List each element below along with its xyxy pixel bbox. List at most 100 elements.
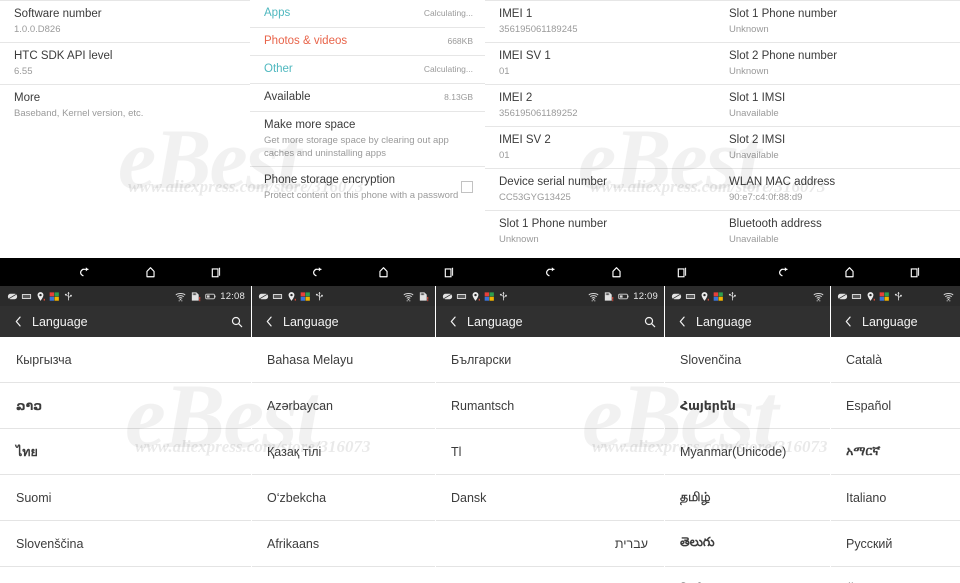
settings-row-subtitle: Baseband, Kernel version, etc.	[14, 108, 144, 119]
settings-row[interactable]: Device serial number CC53GYG13425	[485, 169, 715, 211]
recents-icon[interactable]	[200, 258, 230, 286]
language-list-item[interactable]: Slovenčina	[664, 337, 830, 383]
settings-row[interactable]: IMEI 2 356195061189252	[485, 85, 715, 127]
settings-row[interactable]: Slot 2 Phone number Unknown	[715, 43, 960, 85]
language-list-item[interactable]: Русский	[830, 521, 960, 567]
sim-card-icon	[851, 291, 862, 302]
language-list-item[interactable]: ລາວ	[0, 383, 251, 429]
back-chevron-icon[interactable]	[260, 306, 278, 337]
language-list-item[interactable]: Čeština	[830, 567, 960, 583]
search-icon[interactable]	[636, 306, 664, 337]
encryption-checkbox[interactable]	[461, 181, 473, 193]
settings-row-title: IMEI 2	[499, 92, 533, 104]
action-bar: Language	[435, 306, 664, 337]
language-list-item[interactable]: Tl	[435, 429, 664, 475]
settings-row[interactable]: IMEI 1 356195061189245	[485, 1, 715, 43]
language-list-item[interactable]: Rumantsch	[435, 383, 664, 429]
settings-row[interactable]: Slot 1 IMSI Unavailable	[715, 85, 960, 127]
settings-row[interactable]: Slot 1 Phone number Unknown	[715, 1, 960, 43]
language-list-item[interactable]: Bahasa Melayu	[251, 337, 435, 383]
language-label: Slovenščina	[16, 536, 84, 551]
language-list-item[interactable]: Suomi	[0, 475, 251, 521]
settings-row[interactable]: HTC SDK API level 6.55	[0, 43, 250, 85]
settings-panel-about-phone: Software number 1.0.0.D826 HTC SDK API lev…	[0, 0, 250, 258]
settings-row-subtitle: 90:e7:c4:0f:88:d9	[729, 192, 803, 203]
settings-row[interactable]: IMEI SV 1 01	[485, 43, 715, 85]
settings-row-value: Calculating...	[423, 64, 473, 74]
location-pin-icon	[35, 291, 46, 302]
settings-row[interactable]: Available 8.13GB	[250, 84, 485, 112]
settings-row[interactable]: Slot 1 Phone number Unknown	[485, 211, 715, 252]
phone-panel-5: Language Català Español አማርኛ Italiano Русский…	[830, 286, 960, 583]
recents-icon[interactable]	[899, 258, 929, 286]
language-list-item[interactable]: Български	[435, 337, 664, 383]
language-list-item[interactable]: Myanmar(Unicode)	[664, 429, 830, 475]
language-list-item[interactable]: Català	[830, 337, 960, 383]
back-icon[interactable]	[303, 258, 333, 286]
settings-row[interactable]: Software number 1.0.0.D826	[0, 1, 250, 43]
language-list-item[interactable]: தமிழ்	[664, 475, 830, 521]
language-label: Tl	[451, 444, 462, 459]
language-list-item[interactable]: Afrikaans	[251, 521, 435, 567]
language-list-item[interactable]: Slovenščina	[0, 521, 251, 567]
recents-icon[interactable]	[666, 258, 696, 286]
language-list-item[interactable]: አማርኛ	[830, 429, 960, 475]
settings-row[interactable]: WLAN MAC address 90:e7:c4:0f:88:d9	[715, 169, 960, 211]
settings-row-title: Slot 1 IMSI	[729, 92, 786, 104]
back-icon[interactable]	[769, 258, 799, 286]
back-chevron-icon[interactable]	[839, 306, 857, 337]
settings-row-title: Slot 1 Phone number	[499, 218, 608, 230]
settings-row[interactable]: More Baseband, Kernel version, etc.	[0, 85, 250, 126]
home-icon[interactable]	[368, 258, 398, 286]
home-icon[interactable]	[601, 258, 631, 286]
mute-icon	[671, 291, 682, 302]
language-list-item[interactable]: Қазақ тілі	[251, 429, 435, 475]
language-list: Български Rumantsch Tl Dansk עברית Nederlands	[435, 337, 664, 583]
language-list-item[interactable]: ไทย	[0, 429, 251, 475]
recents-icon[interactable]	[433, 258, 463, 286]
settings-row[interactable]: IMEI SV 2 01	[485, 127, 715, 169]
status-bar: 12:09	[435, 286, 664, 306]
home-icon[interactable]	[135, 258, 165, 286]
language-list-item[interactable]: ಕನ್ನಡ	[0, 567, 251, 583]
language-list-item[interactable]: Dansk	[435, 475, 664, 521]
language-list-item[interactable]: Español	[830, 383, 960, 429]
play-store-icon	[49, 291, 60, 302]
language-list-item[interactable]: O‘zbekcha	[251, 475, 435, 521]
settings-row[interactable]: Slot 2 IMSI Unavailable	[715, 127, 960, 169]
settings-row[interactable]: Photos & videos 668KB	[250, 28, 485, 56]
language-list-item[interactable]: Italiano	[830, 475, 960, 521]
phone-panel-1: 12:08 Language Кыргызча ລາວ ไทย Suomi Slovenšč…	[0, 286, 251, 583]
back-icon[interactable]	[536, 258, 566, 286]
language-list-item[interactable]: Кыргызча	[0, 337, 251, 383]
home-icon[interactable]	[834, 258, 864, 286]
back-chevron-icon[interactable]	[9, 306, 27, 337]
language-list-item[interactable]: Հայերեն	[664, 383, 830, 429]
settings-row[interactable]: Make more space Get more storage space by…	[250, 112, 485, 167]
language-list-item[interactable]: Nederlands	[435, 567, 664, 583]
language-list-item[interactable]: עברית	[435, 521, 664, 567]
settings-row-subtitle: 01	[499, 150, 510, 161]
language-label: Afrikaans	[267, 536, 320, 551]
language-list-item[interactable]: हिन्दी	[664, 567, 830, 583]
settings-row[interactable]: Other Calculating...	[250, 56, 485, 84]
phone-panel-3: 12:09 Language Български Rumantsch Tl Dansk עב…	[435, 286, 664, 583]
language-label: አማርኛ	[846, 444, 881, 458]
language-label: తెలుగు	[680, 534, 715, 549]
search-icon[interactable]	[223, 306, 251, 337]
back-icon[interactable]	[70, 258, 100, 286]
language-list-item[interactable]: తెలుగు	[664, 521, 830, 567]
settings-row[interactable]: Phone storage encryption Protect content …	[250, 167, 485, 208]
language-label: ລາວ	[16, 399, 43, 413]
language-list-item[interactable]: Azərbaycan	[251, 383, 435, 429]
back-chevron-icon[interactable]	[444, 306, 462, 337]
settings-row[interactable]: Apps Calculating...	[250, 0, 485, 28]
language-list-item[interactable]: IsiZulu	[251, 567, 435, 583]
sim-card-icon	[21, 291, 32, 302]
action-bar: Language	[664, 306, 830, 337]
settings-row[interactable]: Bluetooth address Unavailable	[715, 211, 960, 252]
phone-panel-2: Language Bahasa Melayu Azərbaycan Қазақ тіл…	[251, 286, 435, 583]
back-chevron-icon[interactable]	[673, 306, 691, 337]
settings-row-title: Bluetooth address	[729, 218, 822, 230]
sd-card-alert-icon	[603, 291, 614, 302]
